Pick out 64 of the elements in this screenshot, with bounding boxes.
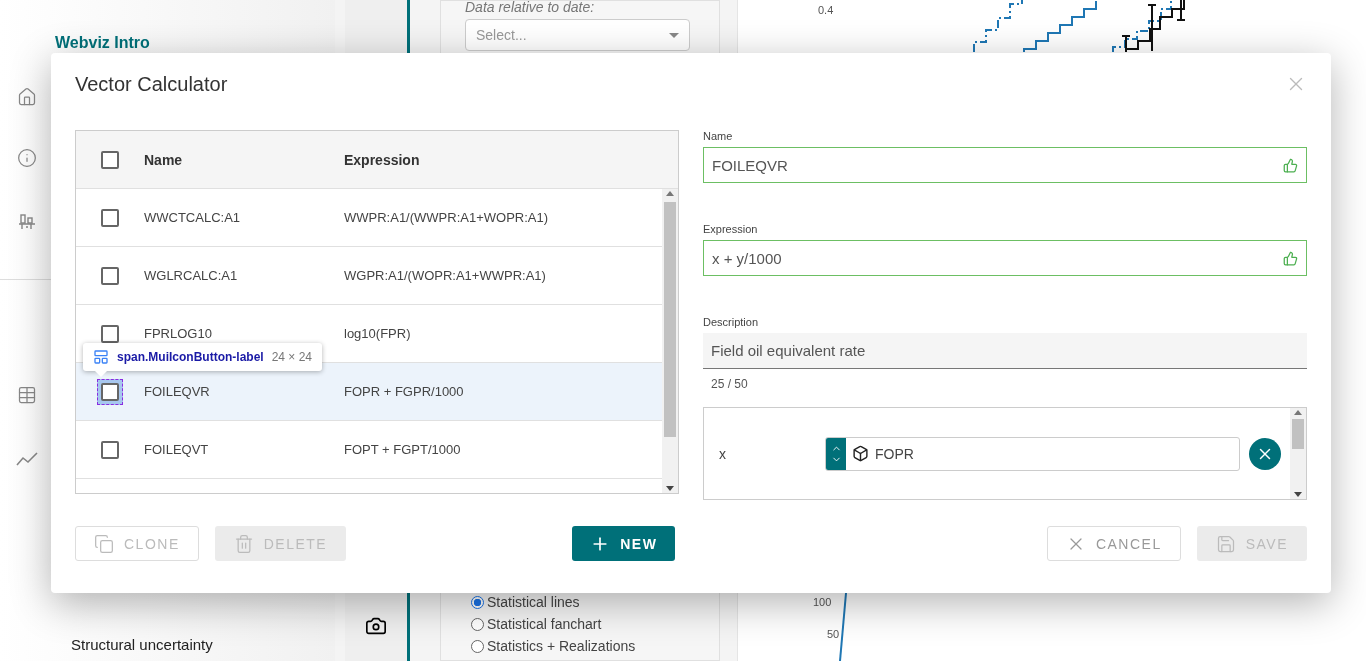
field-label: Description — [703, 316, 760, 329]
tooltip-selector: span.MuiIconButton-label — [117, 350, 264, 364]
thumbs-up-icon — [1283, 250, 1298, 266]
table-cell-text: WWPR:A1/(WWPR:A1+WOPR:A1) — [344, 210, 550, 225]
dashed-step-line — [973, 0, 1023, 53]
radio-label: Statistical lines — [487, 594, 580, 610]
table-cell-text: WWCTCALC:A1 — [144, 210, 242, 225]
error-bar-step-line — [1121, 0, 1186, 53]
trash-icon — [233, 533, 254, 554]
expression-field[interactable]: x + y/1000 — [703, 240, 1307, 276]
thumbs-up-icon — [1283, 157, 1298, 173]
line-chart-icon[interactable] — [16, 452, 38, 466]
step-line — [839, 592, 847, 661]
copy-icon — [94, 533, 114, 554]
table-cell-text: log10(FPR) — [344, 326, 412, 341]
dialog-title: Vector Calculator — [75, 73, 228, 96]
radio-button[interactable] — [471, 595, 484, 609]
column-header: Name — [144, 151, 184, 168]
table-cell-text: FOPT + FGPT/1000 — [344, 442, 462, 457]
radio-label: Statistics + Realizations — [487, 638, 636, 654]
nav-item[interactable]: Structural uncertainty — [0, 636, 335, 661]
info-icon[interactable] — [17, 148, 37, 168]
new-button[interactable]: NEW — [572, 526, 676, 561]
vector-select[interactable]: FOPR — [825, 436, 1240, 471]
name-field[interactable]: FOILEQVR — [703, 147, 1307, 183]
table-cell-text: FOPR + FGPR/1000 — [344, 384, 465, 399]
checkbox[interactable] — [101, 266, 119, 285]
stepper-button[interactable] — [826, 437, 846, 470]
checkbox[interactable] — [101, 208, 119, 227]
variable-name: x — [718, 445, 727, 462]
radio-label: Statistical fanchart — [487, 616, 602, 632]
field-label: Name — [703, 130, 734, 143]
checkbox[interactable] — [101, 440, 119, 459]
description-field[interactable]: Field oil equivalent rate — [703, 333, 1307, 369]
column-header: Expression — [344, 151, 421, 168]
axis-tick-label: 100 — [813, 596, 832, 608]
table-row[interactable]: FOILEQVR FOPR + FGPR/1000 — [76, 363, 662, 421]
remove-button[interactable] — [1249, 437, 1281, 470]
table-cell-text: FOILEQVT — [144, 442, 210, 457]
cube-icon — [852, 445, 869, 462]
chart-icon[interactable] — [18, 213, 36, 231]
table-cell-text: FOILEQVR — [144, 384, 211, 399]
field-label: Expression — [703, 223, 759, 236]
layout-icon — [93, 349, 109, 365]
table-cell-text: WGLRCALC:A1 — [144, 268, 239, 283]
axis-tick-label: 50 — [827, 628, 840, 640]
table-cell-text: FPRLOG10 — [144, 326, 213, 341]
checkbox[interactable] — [101, 150, 119, 169]
radio-button[interactable] — [471, 617, 484, 631]
scrollbar[interactable] — [1290, 408, 1306, 499]
table-cell-text: WGPR:A1/(WOPR:A1+WWPR:A1) — [344, 268, 547, 283]
axis-tick-label: 0.4 — [818, 4, 834, 16]
home-icon[interactable] — [17, 87, 37, 107]
character-counter: 25 / 50 — [710, 377, 749, 391]
checkbox[interactable] — [101, 324, 119, 343]
tooltip-size: 24 × 24 — [271, 350, 313, 364]
field-label: Data relative to date: — [465, 0, 596, 15]
app-title: Webviz Intro — [54, 33, 151, 52]
scrollbar[interactable] — [662, 189, 678, 493]
caret-icon — [669, 32, 679, 38]
radio-button[interactable] — [471, 639, 484, 653]
table-icon[interactable] — [17, 385, 37, 405]
camera-icon[interactable] — [365, 615, 387, 637]
dashed-step-line — [1112, 0, 1172, 53]
